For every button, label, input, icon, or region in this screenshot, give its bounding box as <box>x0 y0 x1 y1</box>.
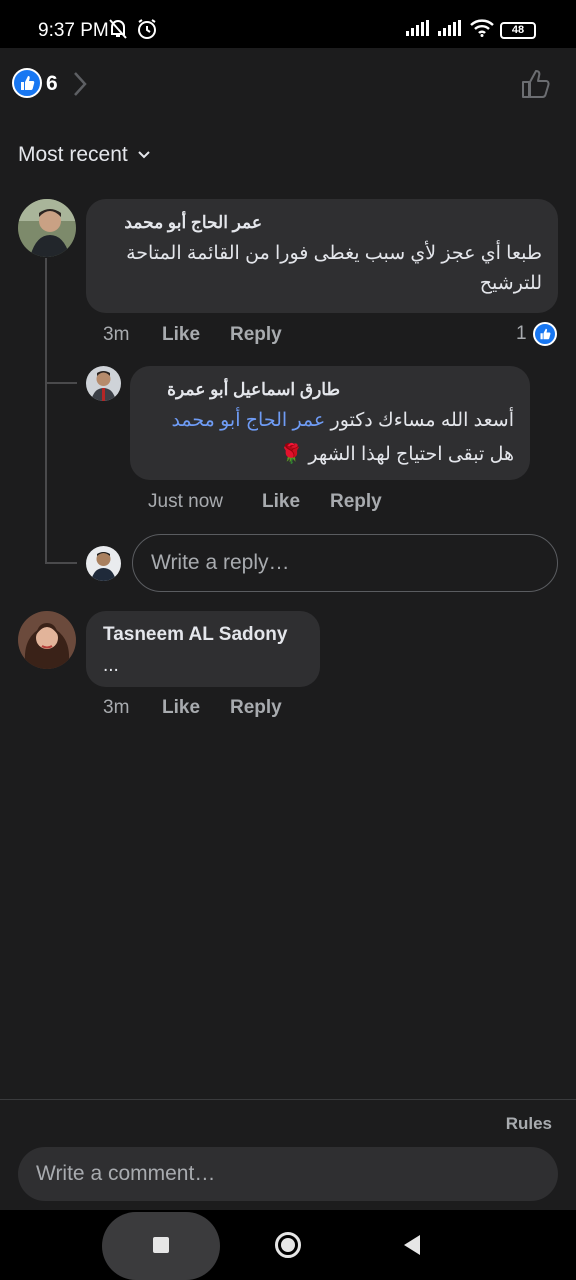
chevron-right-icon[interactable] <box>72 70 88 103</box>
wifi-icon <box>470 19 494 42</box>
reply-button[interactable]: Reply <box>230 324 282 346</box>
rules-link[interactable]: Rules <box>506 1114 552 1134</box>
sort-label: Most recent <box>18 143 128 166</box>
reply-text: أسعد الله مساءك دكتور <box>330 410 514 431</box>
alarm-icon <box>136 18 158 45</box>
home-icon[interactable] <box>275 1232 301 1258</box>
signal-icon <box>406 20 432 41</box>
bell-off-icon <box>108 18 128 45</box>
comment-bubble[interactable]: عمر الحاج أبو محمد طبعا أي عجز لأي سبب ي… <box>86 199 558 313</box>
sort-dropdown[interactable]: Most recent <box>18 143 152 167</box>
reply-input[interactable]: Write a reply… <box>132 534 558 592</box>
reaction-count: 1 <box>516 323 527 344</box>
comment-text: طبعا أي عجز لأي سبب يغطى فورا من القائمة… <box>126 243 542 294</box>
avatar[interactable] <box>18 611 76 669</box>
reply-text: هل تبقى احتياج لهذا الشهر 🌹 <box>279 444 514 465</box>
comment-bubble[interactable]: Tasneem AL Sadony ... <box>86 611 320 687</box>
reply-button[interactable]: Reply <box>230 697 282 719</box>
thread-connector <box>45 382 77 384</box>
reply-author[interactable]: طارق اسماعيل أبو عمرة <box>140 380 340 400</box>
reactions-header: 6 <box>0 48 576 120</box>
reply-button[interactable]: Reply <box>330 491 382 513</box>
like-button[interactable]: Like <box>162 697 230 719</box>
comment-text: ... <box>103 655 119 676</box>
like-reaction-icon <box>532 322 557 346</box>
battery-icon: 48 <box>500 22 536 39</box>
avatar <box>86 546 121 581</box>
recents-icon <box>153 1237 169 1253</box>
like-button[interactable]: Like <box>262 491 330 513</box>
chevron-down-icon <box>136 143 152 167</box>
like-button[interactable]: Like <box>162 324 230 346</box>
mention-link[interactable]: عمر الحاج أبو محمد <box>171 410 325 431</box>
status-bar: 9:37 PM 48 <box>0 0 576 48</box>
thread-connector <box>45 562 77 564</box>
thread-line <box>45 258 47 562</box>
reply-bubble[interactable]: طارق اسماعيل أبو عمرة أسعد الله مساءك دك… <box>130 366 530 480</box>
reply-time: Just now <box>148 491 223 512</box>
status-time: 9:37 PM <box>38 20 109 41</box>
signal-icon <box>438 20 464 41</box>
reaction-badge[interactable]: 1 <box>516 322 557 346</box>
avatar[interactable] <box>86 366 121 401</box>
comment-input[interactable]: Write a comment… <box>18 1147 558 1201</box>
comment-time: 3m <box>103 697 130 718</box>
like-count[interactable]: 6 <box>46 72 58 96</box>
comment-time: 3m <box>103 324 130 345</box>
like-reaction-icon[interactable] <box>12 68 42 98</box>
reply-actions: Just now Like Reply <box>148 491 382 513</box>
like-outline-icon[interactable] <box>520 68 552 105</box>
comment-author[interactable]: Tasneem AL Sadony <box>103 624 287 646</box>
divider <box>0 1099 576 1100</box>
back-icon[interactable] <box>404 1235 420 1255</box>
comment-author[interactable]: عمر الحاج أبو محمد <box>62 213 262 233</box>
comment-actions: 3m Like Reply <box>103 324 282 346</box>
comment-actions: 3m Like Reply <box>103 697 282 719</box>
system-nav-bar <box>0 1210 576 1280</box>
